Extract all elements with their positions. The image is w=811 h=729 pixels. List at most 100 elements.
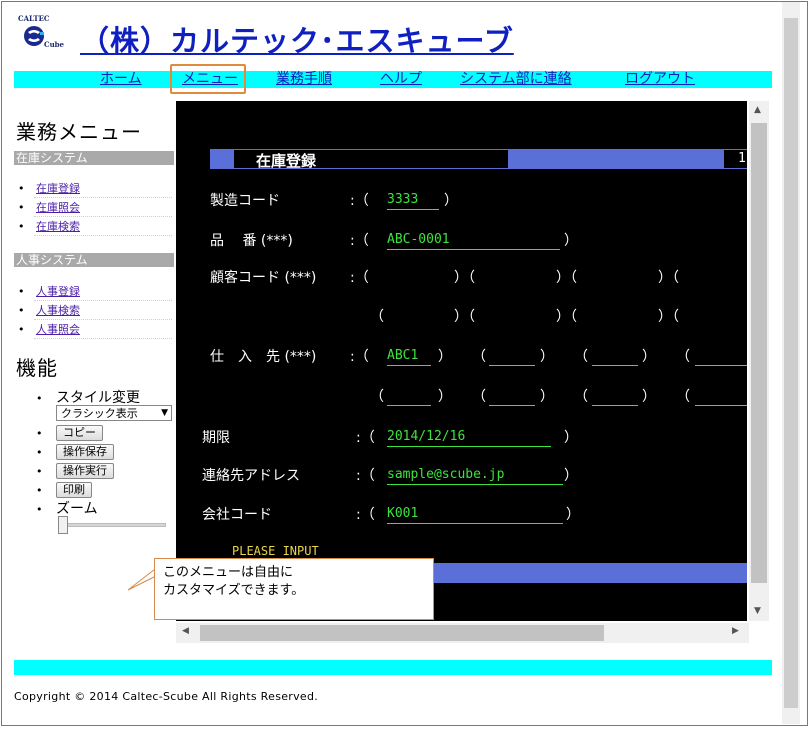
nav-contact-system[interactable]: システム部に連絡: [460, 71, 572, 88]
nav-procedures[interactable]: 業務手順: [276, 71, 332, 88]
page-vertical-scrollbar[interactable]: [782, 2, 800, 724]
close-paren: ）: [438, 389, 452, 405]
divider: [34, 319, 172, 320]
top-nav: ホーム メニュー 業務手順 ヘルプ システム部に連絡 ログアウト: [14, 71, 772, 88]
zoom-label: ズーム: [56, 501, 98, 517]
sidebar-title: 業務メニュー: [16, 120, 142, 144]
paren-pair: ）（: [556, 270, 577, 286]
colon-paren: :（: [350, 349, 369, 365]
menu-highlight-box: [170, 64, 246, 94]
functions-title: 機能: [16, 356, 58, 380]
company-code-field[interactable]: K001: [387, 504, 563, 524]
supplier-field-2[interactable]: [489, 346, 535, 366]
title-bar-segment: [508, 149, 724, 169]
open-paren: （: [370, 309, 384, 325]
deadline-field[interactable]: 2014/12/16: [387, 427, 551, 447]
supplier-field-7[interactable]: [592, 386, 638, 406]
terminal-horizontal-scrollbar[interactable]: ◀ ▶: [176, 623, 749, 643]
open-paren: （: [370, 389, 384, 405]
divider: [34, 197, 172, 198]
open-paren: （: [574, 349, 588, 365]
colon-paren: :（: [356, 507, 375, 523]
colon-paren: :（: [356, 430, 375, 446]
close-paren: ）: [444, 193, 458, 209]
supplier-field-8[interactable]: [695, 386, 747, 406]
style-select[interactable]: クラシック表示 ▼: [56, 405, 172, 421]
scroll-thumb[interactable]: [200, 625, 604, 641]
open-paren: （: [676, 349, 690, 365]
callout-note: このメニューは自由に カスタマイズできます。: [154, 558, 434, 620]
divider: [34, 338, 172, 339]
close-paren: ）: [642, 349, 656, 365]
bullet-icon: •: [36, 465, 43, 478]
supplier-field-1[interactable]: ABC1: [387, 346, 431, 366]
zoom-slider-thumb[interactable]: [58, 516, 68, 534]
sidebar-item-inventory-register[interactable]: 在庫登録: [36, 182, 80, 195]
colon-paren: :（: [350, 193, 369, 209]
scroll-up-icon[interactable]: ▲: [754, 105, 761, 115]
item-no-field[interactable]: ABC-0001: [387, 230, 560, 250]
copy-button[interactable]: コピー: [56, 425, 103, 441]
page-scroll-thumb[interactable]: [784, 18, 798, 708]
bullet-icon: •: [36, 427, 43, 440]
supplier-field-4[interactable]: [695, 346, 747, 366]
close-paren: ）: [438, 349, 452, 365]
sidebar-item-inventory-inquiry[interactable]: 在庫照会: [36, 201, 80, 214]
style-select-value: クラシック表示: [61, 407, 138, 420]
divider: [34, 300, 172, 301]
print-button[interactable]: 印刷: [56, 482, 92, 498]
customer-code-label: 顧客コード (***): [210, 270, 317, 286]
divider: [34, 216, 172, 217]
paren-pair: ）（: [556, 309, 577, 325]
company-name-link[interactable]: （株）カルテック･エスキューブ: [80, 18, 514, 60]
save-operation-button[interactable]: 操作保存: [56, 444, 114, 460]
product-code-field[interactable]: 3333: [387, 190, 439, 210]
supplier-field-6[interactable]: [489, 386, 535, 406]
sidebar-item-hr-register[interactable]: 人事登録: [36, 285, 80, 298]
scroll-thumb[interactable]: [751, 123, 767, 583]
sidebar-item-inventory-search[interactable]: 在庫検索: [36, 220, 80, 233]
logo-text-top: CALTEC: [18, 14, 50, 23]
supplier-field-3[interactable]: [592, 346, 638, 366]
zoom-slider-track[interactable]: [58, 523, 166, 527]
divider: [34, 235, 172, 236]
hr-system-header: 人事システム: [14, 253, 174, 267]
page-number: 1: [738, 151, 746, 166]
colon-paren: :（: [350, 233, 369, 249]
supplier-label: 仕 入 先 (***): [210, 349, 317, 365]
nav-logout[interactable]: ログアウト: [625, 71, 695, 88]
deadline-label: 期限: [202, 430, 230, 446]
paren-pair: ）（: [658, 309, 679, 325]
title-bar-segment: [210, 149, 234, 169]
screen-title: 在庫登録: [256, 152, 317, 170]
company-logo: CALTEC Cube: [16, 14, 68, 54]
bullet-icon: •: [36, 446, 43, 459]
close-paren: ）: [564, 233, 578, 249]
nav-help[interactable]: ヘルプ: [380, 71, 422, 88]
colon-paren: :（: [350, 270, 369, 286]
sidebar-item-hr-search[interactable]: 人事検索: [36, 304, 80, 317]
scroll-right-icon[interactable]: ▶: [732, 626, 739, 636]
open-paren: （: [574, 389, 588, 405]
callout-line-1: このメニューは自由に: [163, 565, 294, 580]
logo-text-bottom: Cube: [44, 40, 65, 49]
run-operation-button[interactable]: 操作実行: [56, 463, 114, 479]
nav-home[interactable]: ホーム: [100, 71, 142, 88]
company-code-label: 会社コード: [202, 507, 272, 523]
open-paren: （: [472, 349, 486, 365]
scroll-left-icon[interactable]: ◀: [182, 626, 189, 636]
callout-line-2: カスタマイズできます。: [163, 583, 305, 598]
sidebar-item-hr-inquiry[interactable]: 人事照会: [36, 323, 80, 336]
supplier-field-5[interactable]: [387, 386, 431, 406]
terminal-screen[interactable]: 在庫登録 1 製造コード :（ 3333 ） 品 番 (***) :（ ABC-…: [176, 101, 747, 621]
open-paren: （: [472, 389, 486, 405]
colon-paren: :（: [356, 468, 375, 484]
close-paren: ）: [566, 507, 580, 523]
product-code-label: 製造コード: [210, 193, 280, 209]
close-paren: ）: [642, 389, 656, 405]
terminal-vertical-scrollbar[interactable]: ▲ ▼: [749, 101, 769, 621]
scroll-down-icon[interactable]: ▼: [754, 606, 761, 616]
bullet-icon: •: [36, 503, 43, 516]
hr-list: 人事登録 人事検索 人事照会: [18, 283, 80, 340]
email-field[interactable]: sample@scube.jp: [387, 465, 563, 485]
